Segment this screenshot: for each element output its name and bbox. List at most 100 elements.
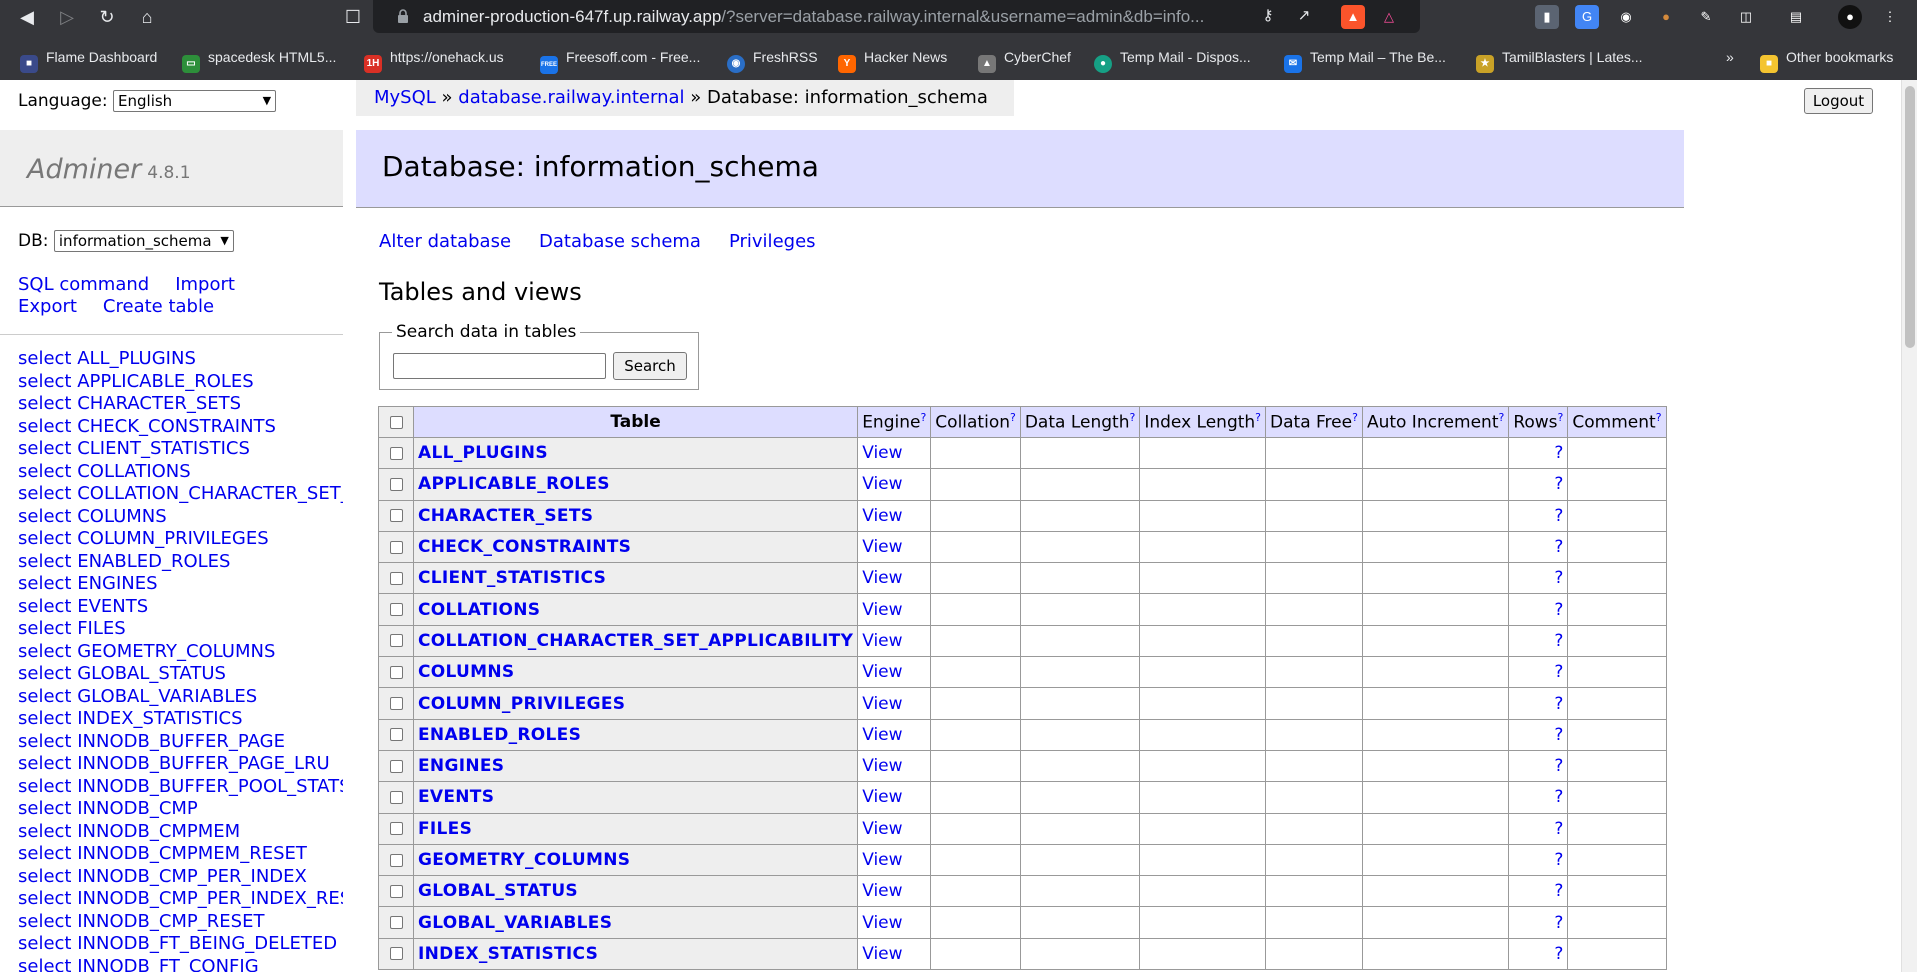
col-data-length[interactable]: Data Length? bbox=[1019, 406, 1141, 438]
sidebar-table-link[interactable]: select INNODB_CMP bbox=[18, 798, 343, 821]
view-link[interactable]: View bbox=[862, 662, 902, 682]
col-collation[interactable]: Collation? bbox=[930, 406, 1021, 438]
row-checkbox[interactable] bbox=[389, 540, 403, 554]
rows-count-link[interactable]: ? bbox=[1554, 662, 1563, 682]
row-checkbox[interactable] bbox=[389, 446, 403, 460]
app-title[interactable]: Adminer 4.8.1 bbox=[27, 154, 191, 185]
rows-count-link[interactable]: ? bbox=[1554, 506, 1563, 526]
sidebar-table-link[interactable]: select INDEX_STATISTICS bbox=[18, 708, 343, 731]
view-link[interactable]: View bbox=[862, 725, 902, 745]
search-button[interactable]: Search bbox=[613, 352, 687, 380]
rows-count-link[interactable]: ? bbox=[1554, 787, 1563, 807]
col-rows[interactable]: Rows? bbox=[1508, 406, 1569, 438]
table-name-link[interactable]: ENABLED_ROLES bbox=[418, 725, 581, 745]
other-bookmarks[interactable]: ■ Other bookmarks bbox=[1760, 46, 1893, 73]
sidebar-table-link[interactable]: select CHECK_CONSTRAINTS bbox=[18, 416, 343, 439]
rows-count-link[interactable]: ? bbox=[1554, 631, 1563, 651]
rows-count-link[interactable]: ? bbox=[1554, 944, 1563, 964]
rows-count-link[interactable]: ? bbox=[1554, 600, 1563, 620]
address-bar[interactable]: adminer-production-647f.up.railway.app/?… bbox=[373, 0, 1420, 33]
rows-count-link[interactable]: ? bbox=[1554, 694, 1563, 714]
sidebar-table-link[interactable]: select INNODB_CMP_RESET bbox=[18, 911, 343, 934]
row-checkbox[interactable] bbox=[389, 509, 403, 523]
sidebar-table-link[interactable]: select COLUMNS bbox=[18, 506, 343, 529]
bitwarden-icon[interactable]: ▮ bbox=[1535, 5, 1559, 29]
sidebar-table-link[interactable]: select COLUMN_PRIVILEGES bbox=[18, 528, 343, 551]
key-icon[interactable]: ⚷ bbox=[1257, 5, 1279, 27]
profile-avatar[interactable]: ● bbox=[1838, 5, 1862, 29]
sidebar-table-link[interactable]: select ALL_PLUGINS bbox=[18, 348, 343, 371]
view-link[interactable]: View bbox=[862, 944, 902, 964]
brave-rewards-icon[interactable]: △ bbox=[1377, 5, 1401, 29]
table-name-link[interactable]: GLOBAL_STATUS bbox=[418, 881, 578, 901]
sidebar-table-link[interactable]: select INNODB_CMP_PER_INDEX_RESET bbox=[18, 888, 343, 911]
table-name-link[interactable]: INDEX_STATISTICS bbox=[418, 944, 598, 964]
spy-extension-icon[interactable]: ◉ bbox=[1614, 5, 1638, 29]
database-schema-link[interactable]: Database schema bbox=[539, 231, 701, 252]
row-checkbox[interactable] bbox=[389, 759, 403, 773]
col-index-length[interactable]: Index Length? bbox=[1139, 406, 1267, 438]
rows-count-link[interactable]: ? bbox=[1554, 819, 1563, 839]
row-checkbox[interactable] bbox=[389, 916, 403, 930]
sidebar-table-link[interactable]: select ENGINES bbox=[18, 573, 343, 596]
view-link[interactable]: View bbox=[862, 850, 902, 870]
sidebar-table-link[interactable]: select ENABLED_ROLES bbox=[18, 551, 343, 574]
help-link[interactable]: ? bbox=[1010, 411, 1016, 424]
view-link[interactable]: View bbox=[862, 568, 902, 588]
extensions-puzzle-icon[interactable]: ✎ bbox=[1694, 5, 1718, 29]
rows-count-link[interactable]: ? bbox=[1554, 443, 1563, 463]
col-auto-increment[interactable]: Auto Increment? bbox=[1361, 406, 1510, 438]
reload-icon[interactable]: ↻ bbox=[94, 4, 120, 30]
sidebar-table-link[interactable]: select GLOBAL_STATUS bbox=[18, 663, 343, 686]
rows-count-link[interactable]: ? bbox=[1554, 537, 1563, 557]
view-link[interactable]: View bbox=[862, 913, 902, 933]
bookmark-onehack[interactable]: 1H https://onehack.us bbox=[364, 46, 504, 73]
rows-count-link[interactable]: ? bbox=[1554, 568, 1563, 588]
rows-count-link[interactable]: ? bbox=[1554, 913, 1563, 933]
brave-shield-icon[interactable]: ▲ bbox=[1341, 5, 1365, 29]
language-select[interactable]: English ▼ bbox=[113, 90, 277, 112]
sidebar-table-link[interactable]: select GLOBAL_VARIABLES bbox=[18, 686, 343, 709]
rows-count-link[interactable]: ? bbox=[1554, 474, 1563, 494]
search-input[interactable] bbox=[393, 353, 606, 379]
translate-icon[interactable]: G bbox=[1575, 5, 1599, 29]
row-checkbox[interactable] bbox=[389, 853, 403, 867]
sidebar-table-link[interactable]: select FILES bbox=[18, 618, 343, 641]
table-name-link[interactable]: COLLATION_CHARACTER_SET_APPLICABILITY bbox=[418, 631, 853, 651]
sidebar-table-link[interactable]: select INNODB_BUFFER_PAGE bbox=[18, 731, 343, 754]
col-engine[interactable]: Engine? bbox=[857, 406, 932, 438]
sidebar-table-link[interactable]: select INNODB_BUFFER_PAGE_LRU bbox=[18, 753, 343, 776]
sidebar-toggle-icon[interactable]: ◫ bbox=[1734, 5, 1758, 29]
logout-button[interactable]: Logout bbox=[1804, 88, 1873, 114]
export-link[interactable]: Export bbox=[18, 296, 77, 317]
help-link[interactable]: ? bbox=[1498, 411, 1504, 424]
back-icon[interactable]: ◀ bbox=[14, 4, 40, 30]
table-name-link[interactable]: ENGINES bbox=[418, 756, 504, 776]
bookmark-flame[interactable]: ■ Flame Dashboard bbox=[20, 46, 157, 73]
sidebar-table-link[interactable]: select EVENTS bbox=[18, 596, 343, 619]
view-link[interactable]: View bbox=[862, 787, 902, 807]
table-name-link[interactable]: APPLICABLE_ROLES bbox=[418, 474, 610, 494]
view-link[interactable]: View bbox=[862, 631, 902, 651]
table-name-link[interactable]: CLIENT_STATISTICS bbox=[418, 568, 606, 588]
table-name-link[interactable]: COLLATIONS bbox=[418, 600, 540, 620]
more-bookmarks-icon[interactable]: » bbox=[1726, 46, 1734, 68]
help-link[interactable]: ? bbox=[1558, 411, 1564, 424]
col-comment[interactable]: Comment? bbox=[1567, 406, 1667, 438]
help-link[interactable]: ? bbox=[1656, 411, 1662, 424]
row-checkbox[interactable] bbox=[389, 571, 403, 585]
table-name-link[interactable]: COLUMN_PRIVILEGES bbox=[418, 694, 625, 714]
bookmark-cyberchef[interactable]: ▲ CyberChef bbox=[978, 46, 1071, 73]
wallet-icon[interactable]: ▤ bbox=[1784, 5, 1808, 29]
import-link[interactable]: Import bbox=[175, 274, 235, 295]
home-icon[interactable]: ⌂ bbox=[134, 4, 160, 30]
sidebar-table-link[interactable]: select APPLICABLE_ROLES bbox=[18, 371, 343, 394]
breadcrumb-driver[interactable]: MySQL bbox=[374, 87, 436, 108]
table-name-link[interactable]: COLUMNS bbox=[418, 662, 514, 682]
view-link[interactable]: View bbox=[862, 756, 902, 776]
cookie-icon[interactable]: ● bbox=[1654, 5, 1678, 29]
view-link[interactable]: View bbox=[862, 819, 902, 839]
row-checkbox[interactable] bbox=[389, 603, 403, 617]
sidebar-table-link[interactable]: select COLLATIONS bbox=[18, 461, 343, 484]
privileges-link[interactable]: Privileges bbox=[729, 231, 816, 252]
